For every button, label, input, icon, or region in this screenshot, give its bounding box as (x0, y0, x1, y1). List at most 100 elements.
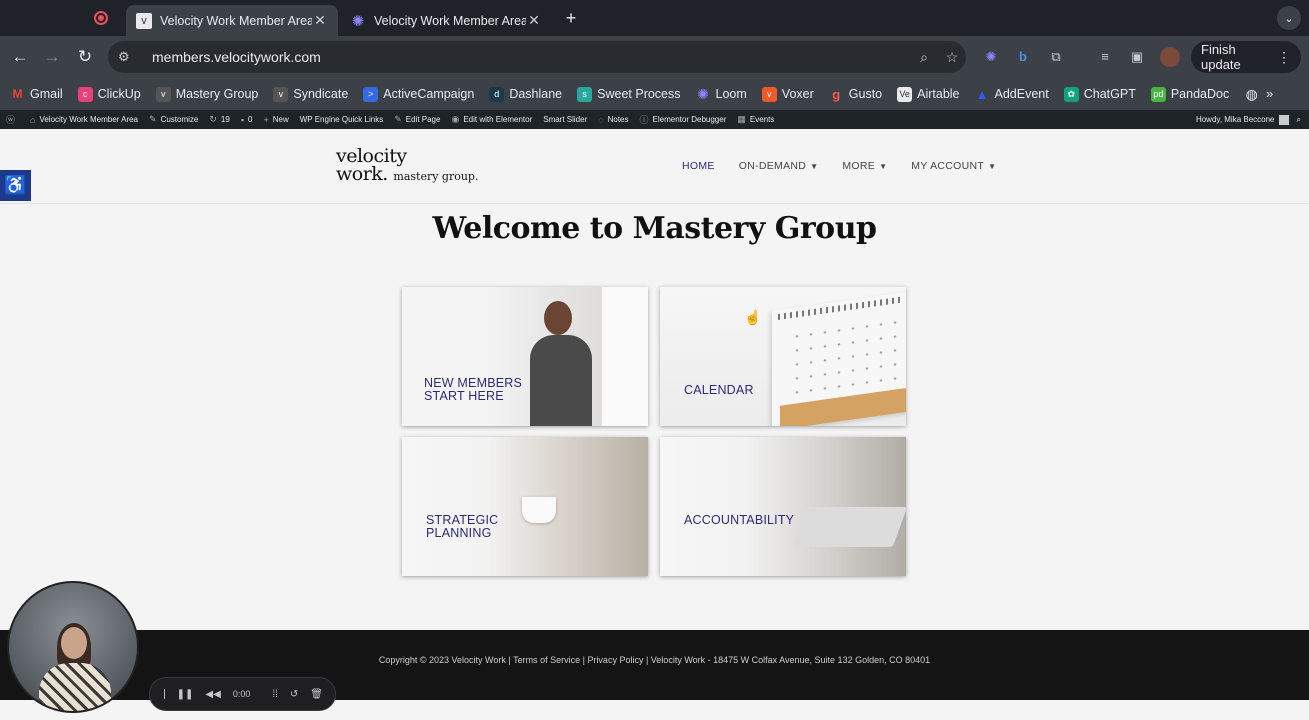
bookmark-clickup[interactable]: c ClickUp (77, 86, 141, 102)
card-calendar[interactable]: CALENDAR (660, 287, 906, 426)
bookmark-star-icon[interactable]: ☆ (938, 49, 966, 66)
clickup-icon: c (77, 86, 93, 102)
browser-tab-2[interactable]: ✺ Velocity Work Member Area – ✕ (340, 5, 552, 36)
url-text[interactable]: members.velocitywork.com (152, 49, 910, 65)
browser-tab-strip: v Velocity Work Member Area – ✕ ✺ Veloci… (0, 0, 1309, 36)
nav-on-demand[interactable]: ON-DEMAND ▼ (739, 160, 819, 172)
side-panel-icon[interactable]: ▣ (1127, 47, 1147, 67)
admin-search-icon[interactable]: ⌕ (1297, 115, 1301, 125)
bookmark-pandadoc[interactable]: pd PandaDoc (1150, 86, 1229, 102)
card-new-members[interactable]: NEW MEMBERS START HERE (402, 287, 648, 426)
admin-edit-elementor[interactable]: ◉ Edit with Elementor (451, 114, 532, 125)
profile-avatar-icon[interactable] (1160, 47, 1180, 67)
admin-new[interactable]: + New (263, 115, 288, 125)
wp-logo-item[interactable]: ⓦ (6, 113, 19, 126)
bookmark-chatgpt[interactable]: ✿ ChatGPT (1063, 86, 1136, 102)
woman-at-whiteboard-image (522, 295, 602, 426)
bookmark-dashlane[interactable]: d Dashlane (489, 86, 562, 102)
footer-terms-link[interactable]: Terms of Service (513, 655, 580, 665)
bookmark-loom[interactable]: ✺ Loom (696, 85, 747, 102)
finish-update-button[interactable]: Finish update ⋮ (1191, 41, 1301, 73)
loom-camera-bubble[interactable] (7, 581, 139, 713)
plus-icon: + (263, 114, 269, 125)
nav-my-account[interactable]: MY ACCOUNT ▼ (911, 160, 996, 172)
caret-down-icon: ▼ (810, 162, 819, 171)
bookmark-mastery-group[interactable]: v Mastery Group (155, 86, 258, 102)
admin-elementor-debugger[interactable]: ⓘ Elementor Debugger (640, 113, 727, 126)
card-strategic-planning[interactable]: STRATEGIC PLANNING (402, 437, 648, 576)
bookmark-gusto[interactable]: g Gusto (829, 87, 882, 102)
admin-notes[interactable]: ◌ Notes (598, 115, 628, 125)
admin-site-name[interactable]: ⌂ Velocity Work Member Area (30, 115, 138, 125)
zoom-icon[interactable]: ⌕ (910, 49, 938, 66)
stop-icon[interactable] (164, 689, 165, 699)
more-bookmarks-icon[interactable]: » (1266, 86, 1273, 101)
nav-home[interactable]: HOME (682, 160, 715, 172)
trash-icon[interactable]: 🗑 (310, 689, 323, 700)
footer-address: Velocity Work - 18475 W Colfax Avenue, S… (650, 655, 931, 665)
restart-icon[interactable]: ↺ (290, 689, 298, 700)
admin-edit-page[interactable]: ✎ Edit Page (394, 114, 440, 125)
bookmark-voxer[interactable]: v Voxer (761, 86, 814, 102)
addevent-icon: ▲ (975, 86, 989, 102)
gusto-icon: g (832, 86, 841, 102)
bookmarks-bar: M Gmail c ClickUp v Mastery Group v Syndicat… (0, 78, 1309, 110)
bookmark-syndicate[interactable]: v Syndicate (273, 86, 348, 102)
browser-tab-1[interactable]: v Velocity Work Member Area – ✕ (126, 5, 338, 36)
logo-line-2: work. mastery group. (336, 163, 479, 185)
loom-recording-controls: ❚❚ ◀◀ 0:00 ⁞⁞ ↺ 🗑 (149, 677, 336, 711)
speech-icon: ◌ (598, 114, 604, 125)
grid-icon[interactable]: ⁞⁞ (272, 689, 278, 700)
tab-title: Velocity Work Member Area – (374, 13, 526, 28)
forward-arrow-icon[interactable]: → (41, 46, 63, 68)
admin-account[interactable]: Howdy, Mika Beccone ⌕ (1196, 110, 1301, 129)
presenter-body (39, 663, 111, 711)
admin-events[interactable]: ▦ Events (737, 114, 774, 125)
admin-updates[interactable]: ↻ 19 (209, 114, 229, 125)
bookmark-gmail[interactable]: M Gmail (10, 87, 63, 102)
updates-icon: ↻ (209, 114, 217, 124)
extensions-puzzle-icon[interactable]: ⧉ (1046, 47, 1066, 67)
laptop-image (792, 507, 906, 547)
bookmark-globe[interactable]: ◍ (1244, 86, 1264, 102)
admin-smart-slider[interactable]: Smart Slider (543, 115, 587, 124)
close-tab-icon[interactable]: ✕ (526, 12, 542, 29)
recording-icon (94, 11, 108, 25)
reload-icon[interactable]: ↻ (74, 46, 96, 68)
desk-calendar-image (772, 291, 906, 426)
bookmark-airtable[interactable]: Ve Airtable (897, 86, 960, 102)
admin-comments[interactable]: ▪ 0 (241, 115, 253, 125)
card-label: CALENDAR (684, 383, 754, 397)
card-label: STRATEGIC PLANNING (426, 513, 499, 540)
home-icon: ⌂ (30, 114, 36, 125)
website-content: velocity work. mastery group. HOME ON-DE… (0, 129, 1309, 629)
card-accountability[interactable]: ACCOUNTABILITY (660, 437, 906, 576)
loom-extension-icon[interactable]: ✺ (981, 47, 1001, 67)
extension-b-icon[interactable]: b (1013, 47, 1033, 67)
site-logo[interactable]: velocity work. mastery group. (336, 147, 478, 186)
accessibility-icon[interactable]: ♿ (0, 170, 31, 201)
site-info-icon[interactable]: ⚙ (118, 49, 138, 65)
bookmark-addevent[interactable]: ▲ AddEvent (975, 87, 1049, 102)
new-tab-icon[interactable]: + (561, 8, 581, 29)
chatgpt-icon: ✿ (1063, 86, 1079, 102)
tab-search-chevron-icon[interactable]: ⌄ (1277, 6, 1301, 30)
admin-customize[interactable]: ✎ Customize (149, 114, 198, 125)
back-arrow-icon[interactable]: ← (9, 46, 31, 68)
admin-wp-engine[interactable]: WP Engine Quick Links (300, 115, 383, 124)
brush-icon: ✎ (149, 114, 157, 124)
footer-privacy-link[interactable]: Privacy Policy (587, 655, 643, 665)
nav-more[interactable]: MORE ▼ (842, 160, 887, 172)
close-tab-icon[interactable]: ✕ (312, 12, 328, 29)
avatar (1278, 114, 1289, 125)
pause-icon[interactable]: ❚❚ (177, 689, 194, 700)
address-bar[interactable]: ⚙ members.velocitywork.com ⌕ ☆ (108, 41, 966, 73)
recording-time: 0:00 (232, 689, 251, 699)
media-queue-icon[interactable]: ≡ (1095, 47, 1115, 67)
bookmark-activecampaign[interactable]: > ActiveCampaign (363, 86, 474, 102)
rewind-icon[interactable]: ◀◀ (205, 689, 220, 700)
pencil-icon: ✎ (394, 114, 402, 124)
bookmark-sweet-process[interactable]: s Sweet Process (577, 86, 681, 102)
loom-icon: ✺ (697, 85, 709, 102)
caret-down-icon: ▼ (879, 162, 888, 171)
